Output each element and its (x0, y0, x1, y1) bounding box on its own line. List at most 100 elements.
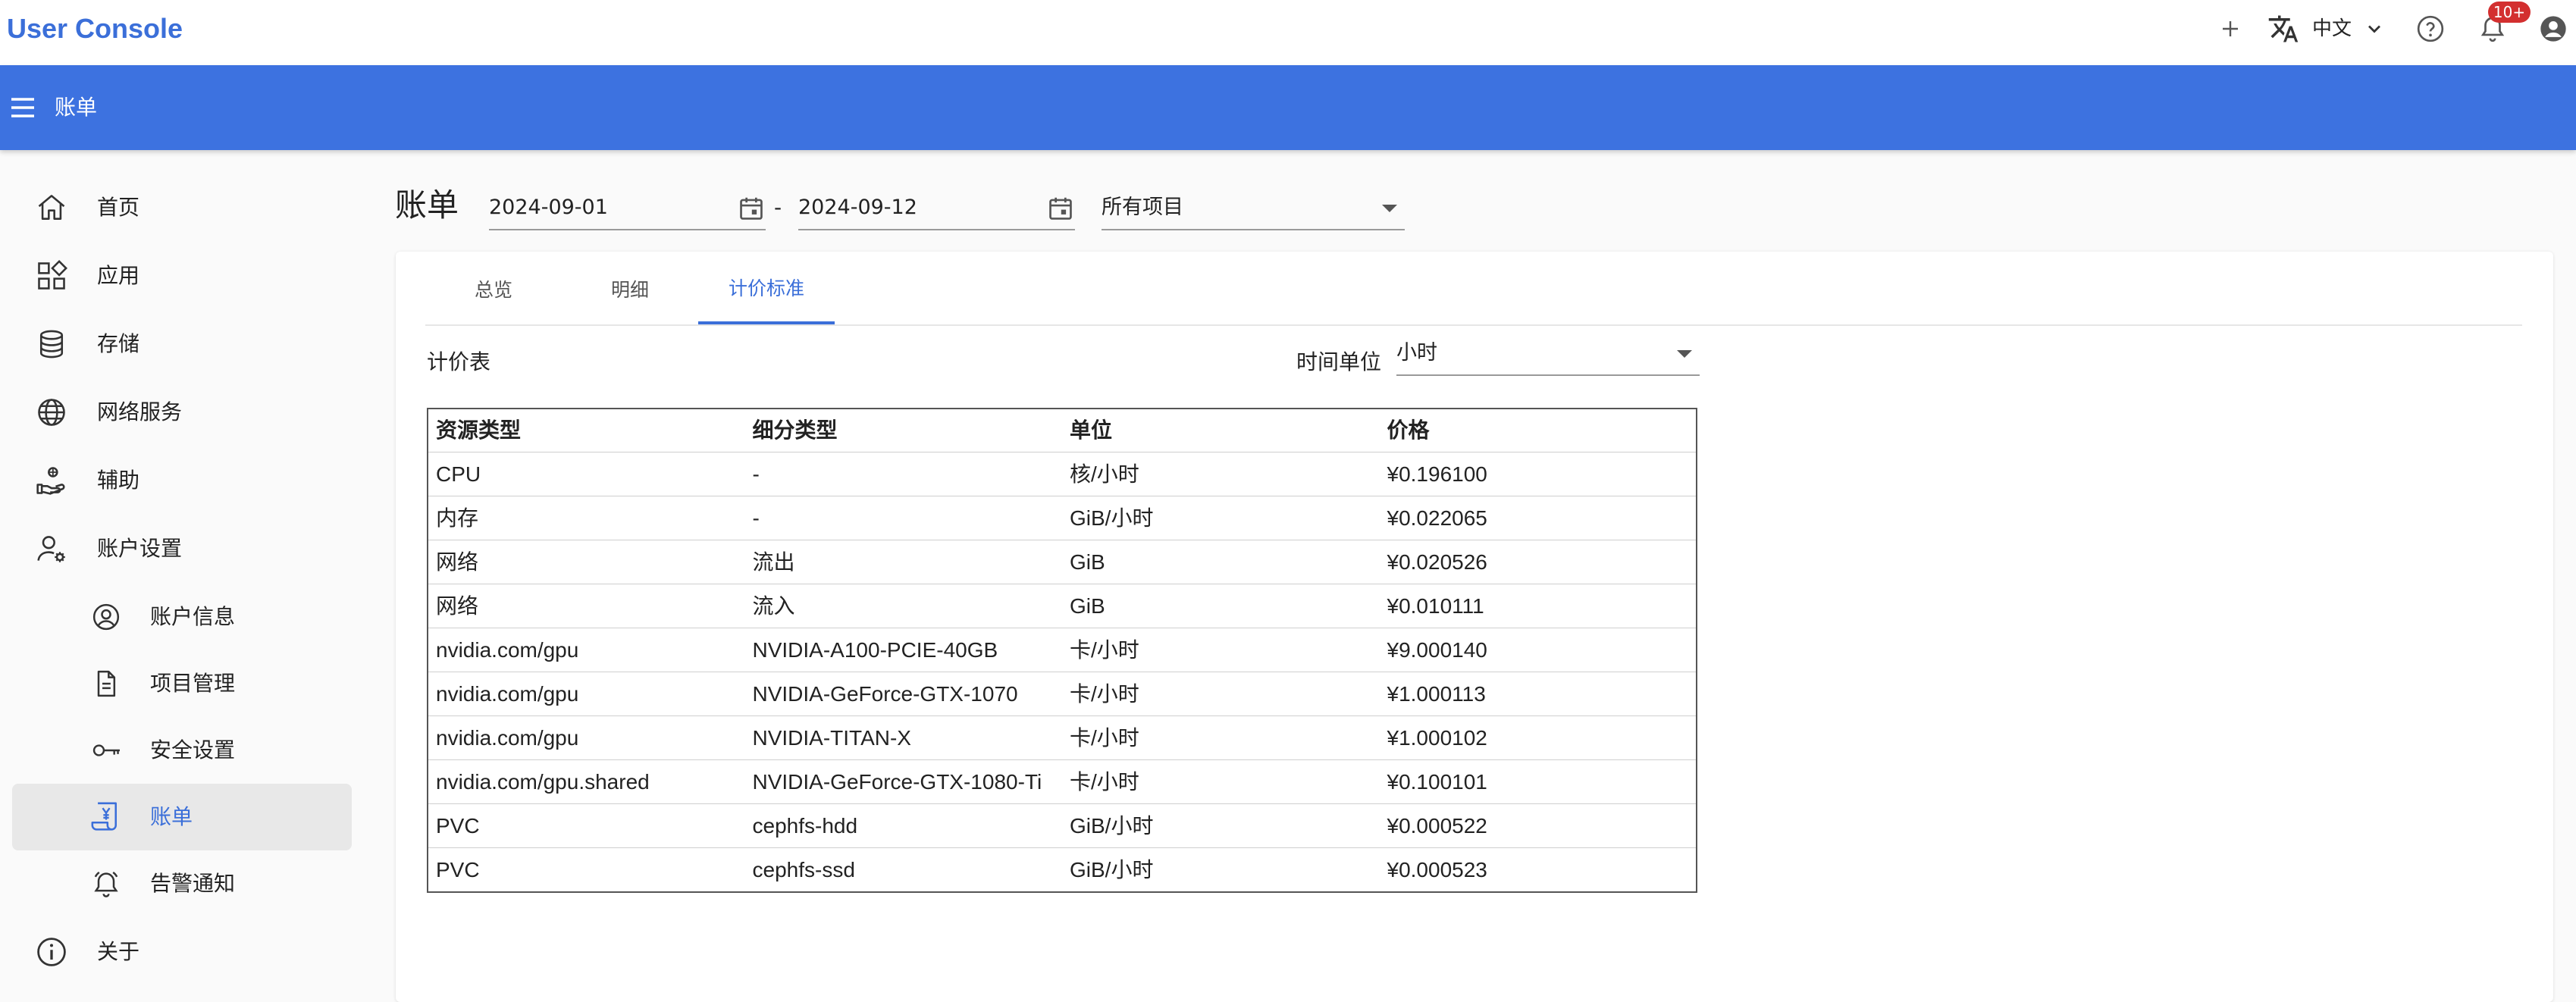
sidebar-item-alert-notifications[interactable]: 告警通知 (12, 861, 352, 906)
resource-type-cell: nvidia.com/gpu (428, 715, 745, 760)
hamburger-menu-icon[interactable] (9, 95, 36, 124)
sidebar-item-label: 网络服务 (97, 399, 183, 424)
price-cell: ¥0.000522 (1379, 803, 1697, 848)
time-unit-value: 小时 (1396, 341, 1437, 365)
sidebar-item-network[interactable]: 网络服务 (12, 390, 352, 435)
calendar-icon[interactable] (1046, 194, 1075, 226)
unit-cell: GiB/小时 (1062, 496, 1380, 540)
unit-cell: 卡/小时 (1062, 628, 1380, 672)
sidebar-item-billing[interactable]: 账单 (12, 784, 352, 850)
sidebar-item-label: 告警通知 (150, 871, 236, 896)
table-row: 内存 - GiB/小时 ¥0.022065 (428, 496, 1697, 540)
user-settings-icon (35, 532, 68, 565)
globe-icon (35, 396, 68, 429)
resource-type-cell: nvidia.com/gpu (428, 672, 745, 716)
sidebar-item-apps[interactable]: 应用 (12, 253, 352, 299)
alarm-bell-icon (91, 869, 121, 899)
resource-type-cell: 网络 (428, 540, 745, 584)
table-row: CPU - 核/小时 ¥0.196100 (428, 452, 1697, 496)
app-title[interactable]: User Console (7, 11, 183, 47)
resource-type-cell: nvidia.com/gpu (428, 628, 745, 672)
help-icon[interactable] (2414, 12, 2447, 45)
unit-cell: 卡/小时 (1062, 759, 1380, 804)
price-cell: ¥0.010111 (1379, 584, 1697, 628)
unit-cell: GiB (1062, 540, 1380, 584)
price-cell: ¥0.196100 (1379, 452, 1697, 496)
table-row: 网络 流出 GiB ¥0.020526 (428, 540, 1697, 584)
translate-icon[interactable] (2267, 12, 2300, 45)
account-circle-icon (91, 602, 121, 632)
add-icon[interactable] (2215, 14, 2245, 44)
top-header: User Console 中文 10+ (0, 0, 2576, 65)
home-icon (35, 191, 68, 224)
resource-type-cell: CPU (428, 452, 745, 496)
page-title: 账单 (395, 186, 459, 224)
sidebar-item-label: 账单 (150, 804, 193, 829)
sidebar-item-label: 账户信息 (150, 604, 236, 629)
end-date-field[interactable]: 2024-09-12 (798, 188, 1075, 230)
column-header: 资源类型 (436, 418, 522, 442)
column-header: 价格 (1387, 418, 1430, 442)
tab-overview[interactable]: 总览 (425, 253, 562, 324)
table-header-row: 资源类型 细分类型 单位 价格 (428, 409, 1697, 452)
account-avatar-icon[interactable] (2537, 12, 2570, 45)
sidebar-item-about[interactable]: 关于 (12, 929, 352, 975)
subtype-cell: NVIDIA-A100-PCIE-40GB (744, 628, 1062, 672)
calendar-icon[interactable] (737, 194, 766, 226)
table-row: 网络 流入 GiB ¥0.010111 (428, 584, 1697, 628)
tab-details[interactable]: 明细 (562, 253, 698, 324)
chevron-down-icon[interactable] (2362, 17, 2386, 41)
sidebar-item-label: 安全设置 (150, 737, 236, 762)
language-selector-label[interactable]: 中文 (2312, 15, 2352, 42)
unit-cell: GiB/小时 (1062, 847, 1380, 892)
column-header: 单位 (1070, 418, 1113, 442)
table-row: nvidia.com/gpu NVIDIA-GeForce-GTX-1070 卡… (428, 672, 1697, 716)
price-cell: ¥1.000113 (1379, 672, 1697, 716)
sidebar-item-label: 账户设置 (97, 536, 183, 561)
sidebar-item-label: 存储 (97, 331, 140, 356)
sidebar-item-security-settings[interactable]: 安全设置 (12, 728, 352, 773)
sidebar-item-storage[interactable]: 存储 (12, 321, 352, 367)
price-cell: ¥9.000140 (1379, 628, 1697, 672)
tab-pricing[interactable]: 计价标准 (698, 253, 835, 324)
project-select[interactable]: 所有项目 (1102, 188, 1405, 230)
notification-badge: 10+ (2488, 2, 2531, 23)
document-icon (91, 669, 121, 699)
unit-cell: 卡/小时 (1062, 672, 1380, 716)
table-row: nvidia.com/gpu.shared NVIDIA-GeForce-GTX… (428, 759, 1697, 804)
sidebar-item-label: 辅助 (97, 468, 140, 493)
subtype-cell: cephfs-ssd (744, 847, 1062, 892)
tab-bar: 总览 明细 计价标准 (425, 253, 2522, 326)
start-date-field[interactable]: 2024-09-01 (489, 188, 766, 230)
dropdown-arrow-icon (1382, 205, 1397, 212)
pricing-table-label: 计价表 (427, 349, 491, 374)
sidebar-item-label: 首页 (97, 195, 140, 220)
subtype-cell: cephfs-hdd (744, 803, 1062, 848)
resource-type-cell: PVC (428, 847, 745, 892)
price-cell: ¥0.020526 (1379, 540, 1697, 584)
price-cell: ¥1.000102 (1379, 715, 1697, 760)
app-bar: 账单 (0, 65, 2576, 150)
end-date-value: 2024-09-12 (798, 196, 917, 219)
bill-icon (91, 800, 121, 834)
sidebar-item-home[interactable]: 首页 (12, 185, 352, 230)
date-separator: - (774, 195, 782, 220)
start-date-value: 2024-09-01 (489, 196, 608, 219)
time-unit-select[interactable]: 小时 (1396, 333, 1700, 376)
unit-cell: GiB (1062, 584, 1380, 628)
table-row: nvidia.com/gpu NVIDIA-TITAN-X 卡/小时 ¥1.00… (428, 715, 1697, 760)
project-select-value: 所有项目 (1102, 196, 1183, 219)
dropdown-arrow-icon (1677, 350, 1692, 358)
sidebar-item-account-settings[interactable]: 账户设置 (12, 526, 352, 571)
subtype-cell: NVIDIA-TITAN-X (744, 715, 1062, 760)
key-icon (91, 735, 123, 766)
apps-icon (35, 259, 68, 293)
sidebar-item-label: 关于 (97, 939, 140, 964)
sidebar-item-account-info[interactable]: 账户信息 (12, 594, 352, 640)
sidebar-item-project-management[interactable]: 项目管理 (12, 661, 352, 706)
price-cell: ¥0.022065 (1379, 496, 1697, 540)
subtype-cell: NVIDIA-GeForce-GTX-1070 (744, 672, 1062, 716)
sidebar-item-helper[interactable]: 辅助 (12, 458, 352, 503)
breadcrumb: 账单 (55, 95, 98, 120)
table-row: nvidia.com/gpu NVIDIA-A100-PCIE-40GB 卡/小… (428, 628, 1697, 672)
